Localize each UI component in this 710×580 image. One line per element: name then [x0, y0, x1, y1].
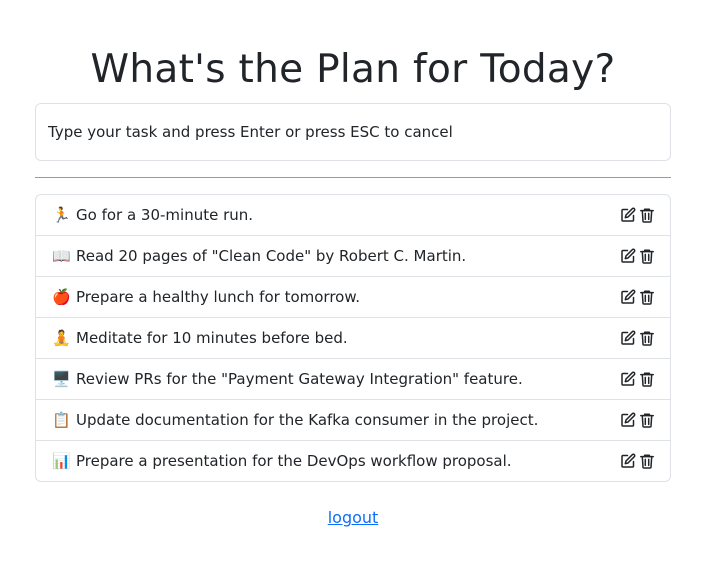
- edit-icon[interactable]: [620, 453, 636, 470]
- edit-icon[interactable]: [620, 248, 636, 265]
- page-title: What's the Plan for Today?: [90, 47, 616, 92]
- task-actions: [620, 330, 655, 347]
- trash-icon[interactable]: [639, 330, 655, 347]
- edit-icon[interactable]: [620, 371, 636, 388]
- task-text: Go for a 30-minute run.: [76, 206, 254, 224]
- trash-icon[interactable]: [639, 453, 655, 470]
- task-item: 🏃 Go for a 30-minute run.: [36, 195, 670, 235]
- edit-icon[interactable]: [620, 412, 636, 429]
- task-text: Update documentation for the Kafka consu…: [76, 411, 539, 429]
- task-item: 📊 Prepare a presentation for the DevOps w…: [36, 440, 670, 481]
- trash-icon[interactable]: [639, 248, 655, 265]
- logout-link[interactable]: logout: [328, 508, 379, 527]
- trash-icon[interactable]: [639, 371, 655, 388]
- task-item: 🍎 Prepare a healthy lunch for tomorrow.: [36, 276, 670, 317]
- task-emoji-icon: 🍎: [52, 287, 71, 306]
- task-text: Read 20 pages of "Clean Code" by Robert …: [76, 247, 467, 265]
- task-item: 🧘 Meditate for 10 minutes before bed.: [36, 317, 670, 358]
- task-input[interactable]: [35, 103, 671, 161]
- task-text: Meditate for 10 minutes before bed.: [76, 329, 348, 347]
- divider: [35, 177, 671, 178]
- task-text: Prepare a presentation for the DevOps wo…: [76, 452, 512, 470]
- task-item: 📖 Read 20 pages of "Clean Code" by Robert…: [36, 235, 670, 276]
- edit-icon[interactable]: [620, 207, 636, 224]
- task-item: 📋 Update documentation for the Kafka cons…: [36, 399, 670, 440]
- trash-icon[interactable]: [639, 207, 655, 224]
- footer: logout: [35, 508, 671, 527]
- task-actions: [620, 248, 655, 265]
- task-emoji-icon: 📊: [52, 451, 71, 470]
- edit-icon[interactable]: [620, 330, 636, 347]
- task-list: 🏃 Go for a 30-minute run. 📖 Read 20 pages o…: [35, 194, 671, 482]
- task-emoji-icon: 📖: [52, 246, 71, 265]
- task-emoji-icon: 🖥️: [52, 369, 71, 388]
- edit-icon[interactable]: [620, 289, 636, 306]
- task-actions: [620, 289, 655, 306]
- task-actions: [620, 453, 655, 470]
- app-container: What's the Plan for Today? 🏃 Go for a 30-…: [35, 0, 671, 527]
- task-emoji-icon: 📋: [52, 410, 71, 429]
- task-emoji-icon: 🧘: [52, 328, 71, 347]
- task-text: Prepare a healthy lunch for tomorrow.: [76, 288, 361, 306]
- task-actions: [620, 412, 655, 429]
- trash-icon[interactable]: [639, 412, 655, 429]
- task-item: 🖥️ Review PRs for the "Payment Gateway In…: [36, 358, 670, 399]
- trash-icon[interactable]: [639, 289, 655, 306]
- task-actions: [620, 371, 655, 388]
- task-emoji-icon: 🏃: [52, 205, 71, 224]
- task-actions: [620, 207, 655, 224]
- task-text: Review PRs for the "Payment Gateway Inte…: [76, 370, 523, 388]
